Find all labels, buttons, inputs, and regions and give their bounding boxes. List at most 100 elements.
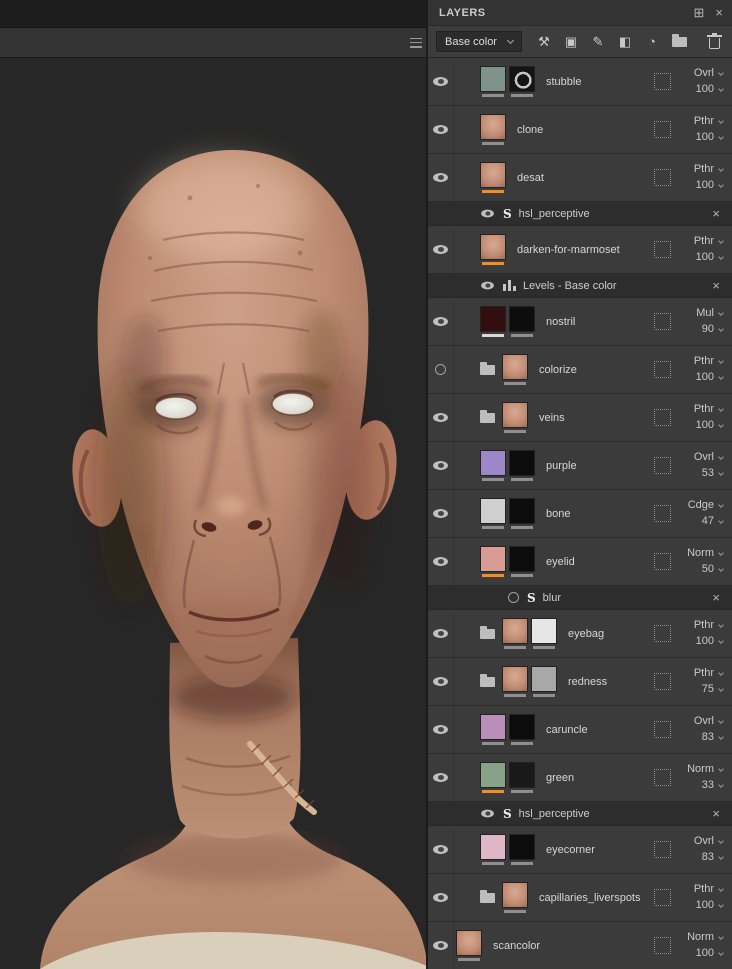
layer-name[interactable]: desat [517, 172, 654, 184]
layer-row[interactable]: desat Pthr 100 [428, 154, 732, 202]
layer-thumbnail[interactable] [480, 762, 506, 788]
layer-thumbnail[interactable] [480, 834, 506, 860]
remove-effect-button[interactable]: × [712, 807, 732, 820]
add-paint-layer-icon[interactable]: ✎ [591, 34, 605, 49]
layer-name[interactable]: purple [546, 460, 654, 472]
effect-row[interactable]: Shsl_perceptive × [428, 802, 732, 826]
visibility-toggle[interactable] [433, 461, 448, 470]
blend-mode-select[interactable]: Mul [696, 308, 724, 319]
visibility-toggle[interactable] [433, 773, 448, 782]
layer-thumbnail[interactable] [502, 354, 528, 380]
effect-name[interactable]: hsl_perceptive [519, 808, 590, 820]
layer-name[interactable]: darken-for-marmoset [517, 244, 654, 256]
blend-mode-select[interactable]: Norm [687, 932, 724, 943]
effect-name[interactable]: Levels - Base color [523, 280, 617, 292]
layer-name[interactable]: stubble [546, 76, 654, 88]
visibility-toggle[interactable] [433, 893, 448, 902]
layer-row[interactable]: capillaries_liverspots Pthr 100 [428, 874, 732, 922]
layer-name[interactable]: clone [517, 124, 654, 136]
layer-name[interactable]: bone [546, 508, 654, 520]
mask-thumbnail[interactable] [509, 714, 535, 740]
opacity-select[interactable]: 100 [696, 948, 724, 959]
layer-name[interactable]: eyelid [546, 556, 654, 568]
layer-thumbnail[interactable] [502, 618, 528, 644]
opacity-select[interactable]: 83 [702, 852, 724, 863]
blend-mode-select[interactable]: Pthr [694, 356, 724, 367]
add-effect-icon[interactable]: ⚒ [537, 34, 551, 49]
opacity-select[interactable]: 33 [702, 780, 724, 791]
layer-row[interactable]: nostril Mul 90 [428, 298, 732, 346]
add-geometry-mask-icon[interactable]: ▣ [564, 34, 578, 49]
visibility-toggle[interactable] [508, 592, 519, 603]
effect-row[interactable]: Shsl_perceptive × [428, 202, 732, 226]
remove-effect-button[interactable]: × [712, 591, 732, 604]
mask-thumbnail[interactable] [531, 618, 557, 644]
layer-row[interactable]: eyebag Pthr 100 [428, 610, 732, 658]
visibility-toggle[interactable] [481, 281, 494, 290]
layer-row[interactable]: clone Pthr 100 [428, 106, 732, 154]
layer-row[interactable]: eyelid Norm 50 [428, 538, 732, 586]
mask-thumbnail[interactable] [509, 762, 535, 788]
opacity-select[interactable]: 47 [702, 516, 724, 527]
blend-mode-select[interactable]: Pthr [694, 668, 724, 679]
layer-thumbnail[interactable] [502, 882, 528, 908]
blend-mode-select[interactable]: Ovrl [694, 68, 724, 79]
layer-row[interactable]: bone Cdge 47 [428, 490, 732, 538]
opacity-select[interactable]: 100 [696, 420, 724, 431]
opacity-select[interactable]: 90 [702, 324, 724, 335]
layer-thumbnail[interactable] [480, 66, 506, 92]
opacity-select[interactable]: 100 [696, 252, 724, 263]
visibility-toggle[interactable] [433, 125, 448, 134]
opacity-select[interactable]: 100 [696, 900, 724, 911]
visibility-toggle[interactable] [433, 941, 448, 950]
opacity-select[interactable]: 100 [696, 132, 724, 143]
layer-row[interactable]: eyecorner Ovrl 83 [428, 826, 732, 874]
layer-row[interactable]: stubble Ovrl 100 [428, 58, 732, 106]
blend-mode-select[interactable]: Pthr [694, 620, 724, 631]
layer-name[interactable]: colorize [539, 364, 654, 376]
viewport-3d[interactable] [0, 0, 427, 969]
viewport-options-icon[interactable] [410, 37, 422, 48]
opacity-select[interactable]: 100 [696, 84, 724, 95]
blend-mode-select[interactable]: Ovrl [694, 452, 724, 463]
layer-thumbnail[interactable] [480, 498, 506, 524]
layer-row[interactable]: scancolor Norm 100 [428, 922, 732, 969]
mask-thumbnail[interactable] [509, 450, 535, 476]
head-3d-render[interactable] [0, 58, 427, 969]
layer-name[interactable]: redness [568, 676, 654, 688]
layer-row[interactable]: purple Ovrl 53 [428, 442, 732, 490]
add-fill-layer-icon[interactable]: ◧ [618, 34, 632, 49]
effect-row[interactable]: Sblur × [428, 586, 732, 610]
opacity-select[interactable]: 100 [696, 180, 724, 191]
visibility-toggle[interactable] [433, 77, 448, 86]
blend-mode-select[interactable]: Cdge [688, 500, 724, 511]
blend-mode-select[interactable]: Pthr [694, 884, 724, 895]
visibility-toggle[interactable] [433, 677, 448, 686]
visibility-toggle[interactable] [433, 509, 448, 518]
visibility-toggle[interactable] [481, 209, 494, 218]
delete-layer-icon[interactable] [706, 33, 722, 49]
layer-thumbnail[interactable] [480, 714, 506, 740]
mask-thumbnail[interactable] [509, 306, 535, 332]
visibility-toggle[interactable] [433, 317, 448, 326]
layer-thumbnail[interactable] [502, 666, 528, 692]
opacity-select[interactable]: 50 [702, 564, 724, 575]
blend-mode-select[interactable]: Pthr [694, 116, 724, 127]
dock-panel-icon[interactable]: ⊞ [694, 6, 705, 19]
visibility-toggle[interactable] [433, 557, 448, 566]
visibility-toggle[interactable] [433, 173, 448, 182]
blend-mode-select[interactable]: Norm [687, 764, 724, 775]
opacity-select[interactable]: 100 [696, 372, 724, 383]
visibility-toggle[interactable] [433, 845, 448, 854]
opacity-select[interactable]: 75 [702, 684, 724, 695]
layer-row[interactable]: green Norm 33 [428, 754, 732, 802]
visibility-toggle[interactable] [435, 364, 446, 375]
layer-thumbnail[interactable] [480, 234, 506, 260]
layer-name[interactable]: capillaries_liverspots [539, 892, 654, 904]
layer-thumbnail[interactable] [502, 402, 528, 428]
layer-name[interactable]: scancolor [493, 940, 654, 952]
visibility-toggle[interactable] [433, 245, 448, 254]
opacity-select[interactable]: 100 [696, 636, 724, 647]
layer-name[interactable]: eyebag [568, 628, 654, 640]
blend-mode-select[interactable]: Ovrl [694, 836, 724, 847]
